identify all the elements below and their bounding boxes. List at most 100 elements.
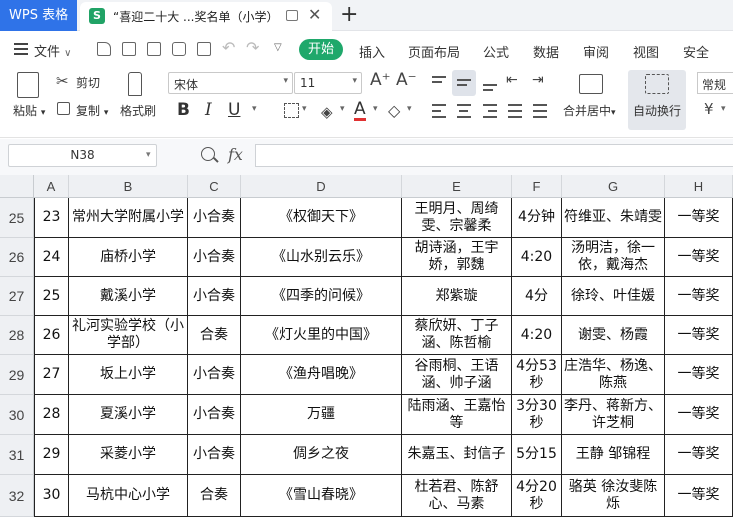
formula-input[interactable] — [255, 144, 733, 167]
table-cell[interactable]: 王明月、周绮雯、宗馨柔 — [402, 198, 512, 238]
close-tab-icon[interactable]: ✕ — [308, 5, 321, 24]
table-cell[interactable]: 符维亚、朱靖雯 — [562, 198, 665, 238]
row-header[interactable]: 25 — [0, 198, 34, 238]
save-icon[interactable] — [122, 42, 136, 56]
table-cell[interactable]: 30 — [34, 475, 69, 517]
table-cell[interactable]: 一等奖 — [665, 198, 733, 238]
table-cell[interactable]: 李丹、蒋新方、许芝桐 — [562, 395, 665, 435]
table-cell[interactable]: 常州大学附属小学 — [69, 198, 188, 238]
undo-icon[interactable]: ↶ — [222, 38, 235, 57]
table-cell[interactable]: 25 — [34, 277, 69, 316]
table-cell[interactable]: 28 — [34, 395, 69, 435]
table-cell[interactable]: 3分30秒 — [512, 395, 562, 435]
currency-icon[interactable]: ¥ — [704, 100, 714, 118]
pin-window-icon[interactable] — [286, 10, 298, 21]
table-cell[interactable]: 谷雨桐、王语涵、帅子涵 — [402, 355, 512, 395]
tab-formulas[interactable]: 公式 — [483, 42, 509, 61]
table-cell[interactable]: 万疆 — [241, 395, 402, 435]
file-menu[interactable]: 文件 ∨ — [34, 41, 71, 60]
tab-page-layout[interactable]: 页面布局 — [408, 42, 460, 61]
italic-button[interactable]: I — [205, 100, 212, 120]
table-cell[interactable]: 24 — [34, 238, 69, 277]
borders-icon[interactable] — [284, 103, 299, 118]
decrease-font-icon[interactable]: A⁻ — [396, 70, 417, 90]
paste-button[interactable]: 粘贴 ▾ — [13, 102, 45, 119]
table-cell[interactable]: 4分钟 — [512, 198, 562, 238]
table-cell[interactable]: 蔡欣妍、丁子涵、陈哲榆 — [402, 316, 512, 355]
table-cell[interactable]: 小合奏 — [188, 395, 241, 435]
number-format-select[interactable]: 常规 — [697, 72, 733, 94]
column-header-c[interactable]: C — [188, 175, 241, 198]
row-header[interactable]: 31 — [0, 435, 34, 475]
table-cell[interactable]: 26 — [34, 316, 69, 355]
print-preview-icon[interactable] — [197, 42, 211, 56]
align-left-icon[interactable] — [432, 104, 446, 106]
export-icon[interactable] — [147, 42, 161, 56]
chevron-down-icon[interactable]: ▾ — [252, 104, 257, 114]
table-cell[interactable]: 23 — [34, 198, 69, 238]
table-cell[interactable]: 《灯火里的中国》 — [241, 316, 402, 355]
indent-increase-icon[interactable]: ⇥ — [532, 72, 544, 88]
document-tab[interactable]: S “喜迎二十大 ...奖名单（小学） ✕ — [80, 2, 332, 31]
tab-data[interactable]: 数据 — [533, 42, 559, 61]
indent-decrease-icon[interactable]: ⇤ — [506, 72, 518, 88]
copy-icon[interactable] — [57, 102, 70, 115]
spreadsheet-grid[interactable]: A B C D E F G H 25 23 常州大学附属小学 小合奏 《权御天下》 王明月、周绮雯、宗馨柔… — [0, 175, 733, 522]
table-cell[interactable]: 4分 — [512, 277, 562, 316]
row-header[interactable]: 30 — [0, 395, 34, 435]
table-cell[interactable]: 汤明洁，徐一依，戴海杰 — [562, 238, 665, 277]
table-cell[interactable]: 5分15 — [512, 435, 562, 475]
align-center-icon[interactable] — [457, 104, 471, 106]
eraser-icon[interactable]: ◇ — [388, 101, 400, 120]
row-header[interactable]: 26 — [0, 238, 34, 277]
cut-button[interactable]: 剪切 — [76, 74, 100, 91]
copy-button[interactable]: 复制 ▾ — [76, 102, 108, 119]
row-header[interactable]: 28 — [0, 316, 34, 355]
column-header-d[interactable]: D — [241, 175, 402, 198]
merge-center-button[interactable]: 合并居中▾ — [563, 102, 616, 119]
table-cell[interactable]: 一等奖 — [665, 277, 733, 316]
table-cell[interactable]: 杜若君、陈舒心、马素 — [402, 475, 512, 517]
table-cell[interactable]: 一等奖 — [665, 316, 733, 355]
align-bottom-icon[interactable] — [483, 84, 497, 86]
tab-home[interactable]: 开始 — [299, 39, 343, 60]
font-color-icon[interactable]: A — [354, 100, 366, 121]
table-cell[interactable]: 小合奏 — [188, 198, 241, 238]
table-cell[interactable]: 马杭中心小学 — [69, 475, 188, 517]
table-cell[interactable]: 29 — [34, 435, 69, 475]
print-icon[interactable] — [172, 42, 186, 56]
select-all-corner[interactable] — [0, 175, 34, 198]
table-cell[interactable]: 戴溪小学 — [69, 277, 188, 316]
format-painter-button[interactable]: 格式刷 — [120, 102, 156, 119]
column-header-f[interactable]: F — [512, 175, 562, 198]
table-cell[interactable]: 一等奖 — [665, 355, 733, 395]
scissors-icon[interactable]: ✂ — [56, 72, 69, 90]
table-cell[interactable]: 庄浩华、杨逸、陈燕 — [562, 355, 665, 395]
table-cell[interactable]: 合奏 — [188, 475, 241, 517]
table-cell[interactable]: 庙桥小学 — [69, 238, 188, 277]
table-cell[interactable]: 小合奏 — [188, 435, 241, 475]
column-header-h[interactable]: H — [665, 175, 733, 198]
name-box[interactable]: N38 — [8, 144, 157, 167]
table-cell[interactable]: 《渔舟唱晚》 — [241, 355, 402, 395]
row-header[interactable]: 29 — [0, 355, 34, 395]
table-cell[interactable]: 一等奖 — [665, 238, 733, 277]
table-cell[interactable]: 采菱小学 — [69, 435, 188, 475]
table-cell[interactable]: 合奏 — [188, 316, 241, 355]
table-cell[interactable]: 4:20 — [512, 316, 562, 355]
table-cell[interactable]: 王静 邹锦程 — [562, 435, 665, 475]
table-cell[interactable]: 小合奏 — [188, 277, 241, 316]
app-tab[interactable]: WPS 表格 — [0, 0, 77, 31]
open-folder-icon[interactable] — [97, 42, 111, 56]
table-cell[interactable]: 小合奏 — [188, 238, 241, 277]
table-cell[interactable]: 夏溪小学 — [69, 395, 188, 435]
table-cell[interactable]: 一等奖 — [665, 435, 733, 475]
table-cell[interactable]: 陆雨涵、王嘉怡等 — [402, 395, 512, 435]
tab-security[interactable]: 安全 — [683, 42, 709, 61]
new-tab-icon[interactable]: + — [340, 2, 358, 27]
table-cell[interactable]: 礼河实验学校（小学部） — [69, 316, 188, 355]
align-right-icon[interactable] — [483, 104, 497, 106]
underline-button[interactable]: U — [228, 100, 240, 120]
distribute-icon[interactable] — [533, 104, 547, 106]
increase-font-icon[interactable]: A⁺ — [370, 70, 391, 90]
